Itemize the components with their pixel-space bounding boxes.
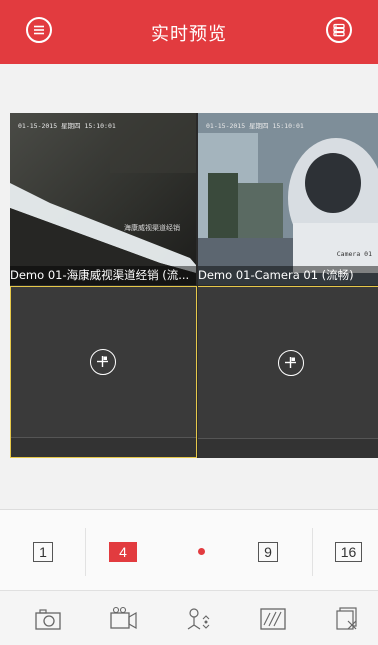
video-caption-1: Demo 01-海康威视渠道经销 (流...	[10, 266, 196, 285]
add-camera-button-4[interactable]	[278, 350, 304, 376]
video-tile-4[interactable]	[198, 286, 378, 458]
add-camera-button-3[interactable]	[90, 349, 116, 375]
video-caption-2: Demo 01-Camera 01 (流畅)	[198, 266, 378, 285]
split-16-button[interactable]: 16	[335, 542, 362, 562]
record-button[interactable]	[108, 605, 138, 633]
split-1-button[interactable]: 1	[33, 542, 53, 562]
close-all-button[interactable]	[334, 605, 364, 633]
ptz-button[interactable]	[183, 605, 213, 633]
record-icon	[110, 606, 137, 630]
page-title: 实时预览	[151, 24, 227, 45]
video-caption-4	[198, 438, 378, 458]
capture-button[interactable]	[33, 605, 63, 633]
video-frame-2	[198, 113, 378, 285]
video-grid: 01-15-2015 星期四 15:10:01 海康威视渠道经销 Demo 01…	[10, 113, 378, 458]
split-4-button[interactable]: 4	[109, 542, 137, 562]
bottom-toolbar	[0, 590, 378, 645]
video-frame-1	[10, 113, 196, 285]
video-tile-1[interactable]: 01-15-2015 星期四 15:10:01 海康威视渠道经销 Demo 01…	[10, 113, 196, 285]
video-watermark-1: 海康威视渠道经销	[124, 224, 180, 232]
video-osd-1: 01-15-2015 星期四 15:10:01	[18, 122, 116, 130]
ptz-icon	[187, 608, 210, 630]
add-camera-icon	[97, 356, 108, 367]
layout-list-icon	[333, 23, 345, 37]
add-camera-icon	[285, 357, 296, 368]
split-divider	[312, 528, 313, 576]
video-caption-3	[11, 437, 196, 457]
quality-button[interactable]	[258, 605, 288, 633]
split-divider	[85, 528, 86, 576]
camera-icon	[35, 609, 61, 630]
video-tile-2[interactable]: 01-15-2015 星期四 15:10:01 Camera 01 Demo 0…	[198, 113, 378, 285]
page-indicator-dot	[198, 548, 205, 555]
video-tile-3[interactable]	[10, 286, 197, 458]
video-camera-label-2: Camera 01	[336, 250, 372, 258]
header-bar: 实时预览	[0, 0, 378, 64]
quality-icon	[260, 608, 286, 630]
split-selector: 1 4 9 16	[0, 509, 378, 590]
split-9-button[interactable]: 9	[258, 542, 278, 562]
layout-list-button[interactable]	[326, 17, 352, 43]
video-osd-2: 01-15-2015 星期四 15:10:01	[206, 122, 304, 130]
close-all-icon	[336, 607, 357, 630]
